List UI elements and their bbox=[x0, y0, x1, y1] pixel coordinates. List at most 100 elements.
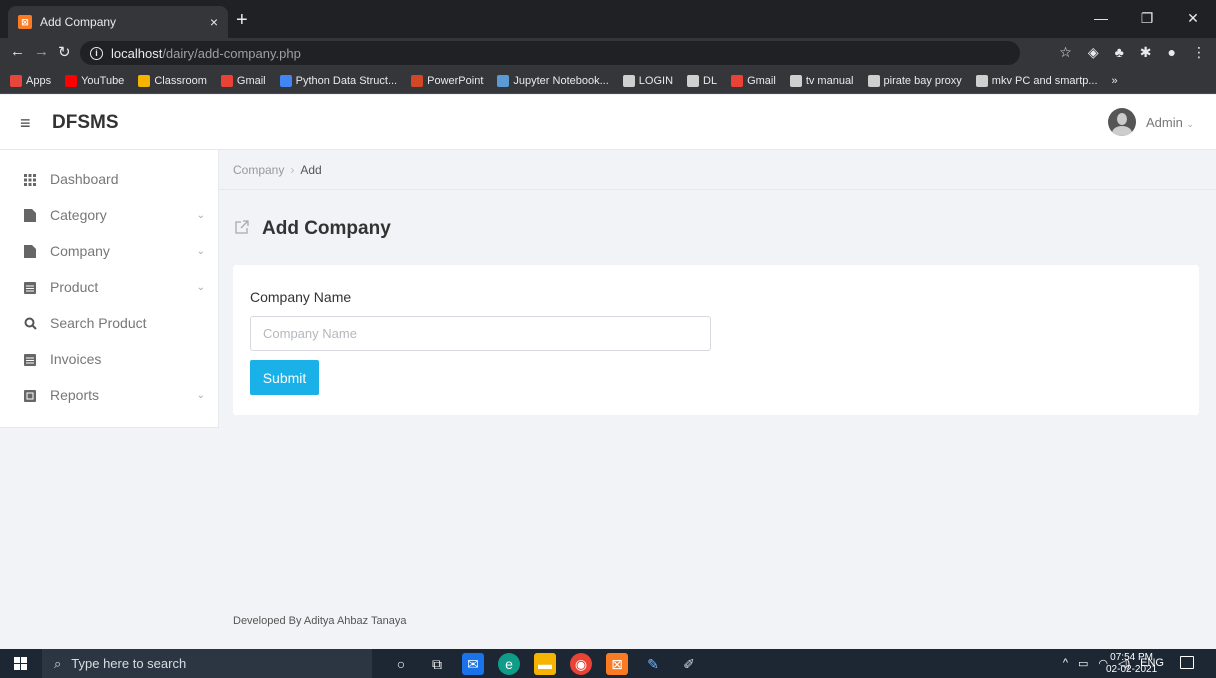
shield-icon[interactable]: ◈ bbox=[1088, 44, 1099, 61]
taskbar-search-field[interactable]: ⌕ Type here to search bbox=[42, 649, 372, 678]
back-icon[interactable]: ← bbox=[10, 43, 25, 60]
chevron-up-icon[interactable]: ^ bbox=[1063, 657, 1068, 670]
bookmark-icon bbox=[622, 74, 635, 87]
bookmark-item[interactable]: Gmail bbox=[731, 74, 776, 87]
footer-credit: Developed By Aditya Ahbaz Tanaya bbox=[233, 615, 407, 627]
submit-button[interactable]: Submit bbox=[250, 360, 319, 395]
sidebar-item-label: Invoices bbox=[50, 351, 102, 367]
bookmark-label: Jupyter Notebook... bbox=[513, 74, 609, 87]
forward-icon[interactable]: → bbox=[34, 43, 49, 60]
sidebar-item-label: Company bbox=[50, 243, 110, 259]
sidebar-item-category[interactable]: Category ⌄ bbox=[0, 197, 219, 233]
avatar[interactable] bbox=[1108, 108, 1136, 136]
tree-icon[interactable]: ♣ bbox=[1115, 44, 1124, 61]
mail-icon[interactable]: ✉ bbox=[462, 653, 484, 675]
bookmark-label: mkv PC and smartp... bbox=[991, 74, 1098, 87]
brand-title: DFSMS bbox=[52, 112, 119, 133]
list-icon bbox=[24, 353, 36, 366]
bookmark-label: pirate bay proxy bbox=[883, 74, 962, 87]
xampp-favicon-icon: ⊠ bbox=[18, 15, 32, 29]
bookmark-label: Gmail bbox=[236, 74, 266, 87]
taskbar-clock[interactable]: 07:54 PM 02-02-2021 bbox=[1106, 652, 1157, 676]
bookmark-item[interactable]: YouTube bbox=[65, 74, 124, 87]
chevron-down-icon: ⌄ bbox=[196, 281, 205, 293]
url-field[interactable]: i localhost/dairy/add-company.php bbox=[80, 41, 1020, 65]
bookmark-label: LOGIN bbox=[638, 74, 674, 87]
bookmark-item[interactable]: pirate bay proxy bbox=[867, 74, 962, 87]
window-controls: — ❐ ✕ bbox=[1078, 0, 1216, 38]
bookmark-label: Apps bbox=[26, 74, 52, 87]
file-explorer-icon[interactable]: ▬ bbox=[534, 653, 556, 675]
breadcrumb: Company › Add bbox=[219, 150, 1216, 190]
bookmark-item[interactable]: Apps bbox=[10, 74, 52, 87]
chrome-icon[interactable]: ◉ bbox=[570, 653, 592, 675]
search-icon: ⌕ bbox=[54, 655, 62, 671]
company-name-input[interactable] bbox=[250, 316, 711, 351]
cortana-icon[interactable]: ○ bbox=[390, 653, 412, 675]
browser-tab[interactable]: ⊠ Add Company × bbox=[8, 6, 228, 38]
bookmark-icon bbox=[687, 74, 700, 87]
browser-tab-bar: ⊠ Add Company × + — ❐ ✕ bbox=[0, 0, 1216, 38]
new-tab-button[interactable]: + bbox=[236, 10, 248, 30]
search-icon bbox=[24, 317, 37, 330]
battery-icon[interactable]: ▭ bbox=[1078, 657, 1088, 670]
puzzle-icon[interactable]: ✱ bbox=[1140, 44, 1152, 61]
bookmark-item[interactable]: mkv PC and smartp... bbox=[975, 74, 1098, 87]
sidebar-item-invoices[interactable]: Invoices bbox=[0, 341, 219, 377]
sidebar-item-dashboard[interactable]: Dashboard bbox=[0, 161, 219, 197]
bookmark-icon bbox=[975, 74, 988, 87]
breadcrumb-company-link[interactable]: Company bbox=[233, 163, 284, 177]
url-path: /dairy/add-company.php bbox=[162, 45, 301, 61]
external-link-icon bbox=[234, 219, 250, 240]
info-icon[interactable]: i bbox=[90, 46, 103, 60]
windows-start-icon[interactable] bbox=[14, 657, 28, 671]
bookmark-label: Classroom bbox=[154, 74, 207, 87]
clock-time: 07:54 PM bbox=[1110, 652, 1153, 663]
user-name: Admin bbox=[1146, 115, 1183, 130]
bookmark-label: DL bbox=[703, 74, 718, 87]
paint3d-icon[interactable]: ✐ bbox=[678, 653, 700, 675]
bookmark-label: PowerPoint bbox=[427, 74, 484, 87]
sidebar-item-product[interactable]: Product ⌄ bbox=[0, 269, 219, 305]
bookmark-item[interactable]: DL bbox=[687, 74, 718, 87]
paint-icon[interactable]: ✎ bbox=[642, 653, 664, 675]
taskbar-search-placeholder: Type here to search bbox=[71, 656, 187, 671]
xampp-icon[interactable]: ⊠ bbox=[606, 653, 628, 675]
bookmark-item[interactable]: Jupyter Notebook... bbox=[497, 74, 609, 87]
sidebar-item-reports[interactable]: Reports ⌄ bbox=[0, 377, 219, 413]
bookmark-item[interactable]: Python Data Struct... bbox=[279, 74, 397, 87]
bookmark-item[interactable]: LOGIN bbox=[622, 74, 674, 87]
maximize-button[interactable]: ❐ bbox=[1124, 0, 1170, 38]
chevron-down-icon: ⌄ bbox=[1186, 119, 1195, 129]
bookmark-item[interactable]: Gmail bbox=[220, 74, 266, 87]
page-title-text: Add Company bbox=[262, 218, 391, 239]
profile-icon[interactable]: ● bbox=[1168, 44, 1176, 61]
chevron-right-icon: › bbox=[290, 162, 295, 177]
task-view-icon[interactable]: ⧉ bbox=[426, 653, 448, 675]
reload-icon[interactable]: ↻ bbox=[58, 43, 71, 61]
sidebar-item-company[interactable]: Company ⌄ bbox=[0, 233, 219, 269]
close-window-button[interactable]: ✕ bbox=[1170, 0, 1216, 38]
bookmark-item[interactable]: tv manual bbox=[789, 74, 854, 87]
tab-close-icon[interactable]: × bbox=[210, 14, 218, 30]
sidebar-item-search-product[interactable]: Search Product bbox=[0, 305, 219, 341]
bookmark-item[interactable]: Classroom bbox=[138, 74, 207, 87]
menu-icon[interactable]: ⋮ bbox=[1192, 44, 1206, 61]
list-icon bbox=[24, 281, 36, 294]
chevron-down-icon: ⌄ bbox=[196, 245, 205, 257]
sidebar-item-label: Category bbox=[50, 207, 107, 223]
star-icon[interactable]: ☆ bbox=[1059, 44, 1072, 61]
minimize-button[interactable]: — bbox=[1078, 0, 1124, 38]
notifications-icon[interactable] bbox=[1180, 656, 1194, 669]
windows-taskbar: ⌕ Type here to search ○ ⧉ ✉ e ▬ ◉ ⊠ ✎ ✐ … bbox=[0, 649, 1216, 678]
hamburger-menu-icon[interactable]: ≡ bbox=[20, 113, 31, 134]
bookmark-item[interactable]: PowerPoint bbox=[411, 74, 484, 87]
bookmark-icon bbox=[867, 74, 880, 87]
tab-title: Add Company bbox=[40, 15, 117, 29]
app-header: ≡ DFSMS Admin ⌄ bbox=[0, 95, 1216, 150]
edge-icon[interactable]: e bbox=[498, 653, 520, 675]
bookmark-icon bbox=[789, 74, 802, 87]
bookmark-icon bbox=[497, 74, 510, 87]
bookmarks-more-icon[interactable]: » bbox=[1112, 75, 1118, 87]
user-menu[interactable]: Admin ⌄ bbox=[1146, 115, 1194, 130]
